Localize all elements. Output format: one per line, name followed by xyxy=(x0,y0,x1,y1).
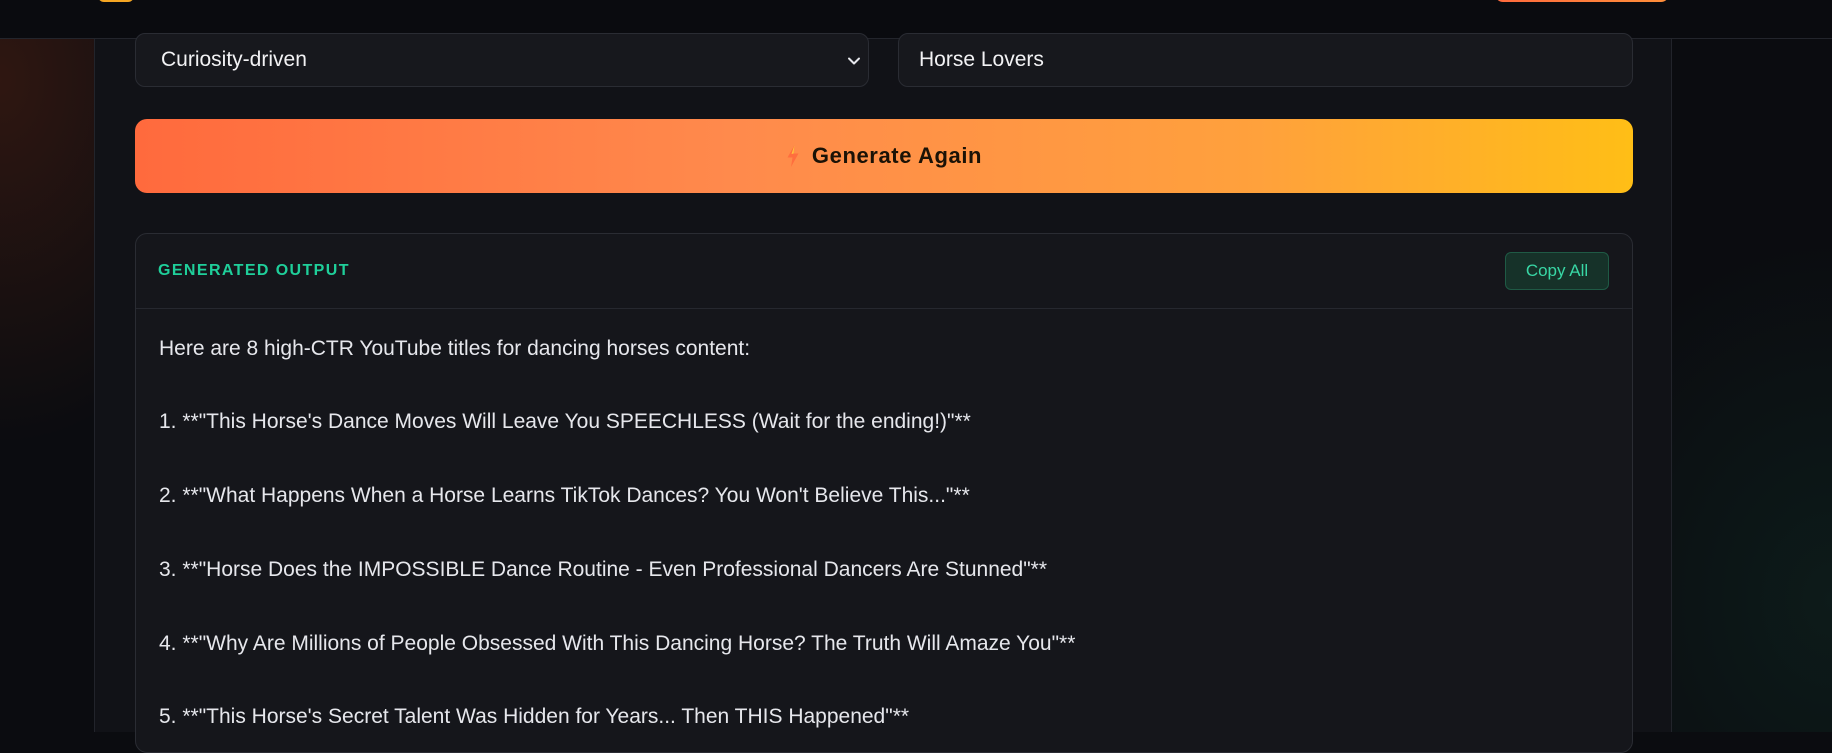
generate-again-button[interactable]: Generate Again xyxy=(135,119,1633,193)
output-header: GENERATED OUTPUT Copy All xyxy=(136,234,1632,309)
list-item: 2. **"What Happens When a Horse Learns T… xyxy=(159,484,970,507)
copy-all-button[interactable]: Copy All xyxy=(1505,252,1609,290)
generated-output-panel: GENERATED OUTPUT Copy All Here are 8 hig… xyxy=(135,233,1633,753)
chevron-down-icon xyxy=(848,57,860,65)
lightning-icon xyxy=(787,145,799,167)
output-intro: Here are 8 high-CTR YouTube titles for d… xyxy=(159,337,751,360)
tone-select[interactable]: Curiosity-driven xyxy=(135,33,869,87)
tone-select-value: Curiosity-driven xyxy=(161,48,307,71)
header-cta-button[interactable] xyxy=(1495,0,1669,2)
list-item: 5. **"This Horse's Secret Talent Was Hid… xyxy=(159,705,910,728)
logo[interactable] xyxy=(98,0,134,2)
audience-input[interactable]: Horse Lovers xyxy=(898,33,1633,87)
audience-input-value: Horse Lovers xyxy=(919,48,1044,71)
generate-again-label: Generate Again xyxy=(811,143,983,168)
list-item: 3. **"Horse Does the IMPOSSIBLE Dance Ro… xyxy=(159,558,1048,581)
output-title: GENERATED OUTPUT xyxy=(158,262,350,279)
main-panel: Curiosity-driven Horse Lovers Generate A… xyxy=(94,33,1672,753)
list-item: 4. **"Why Are Millions of People Obsesse… xyxy=(159,632,1076,655)
list-item: 1. **"This Horse's Dance Moves Will Leav… xyxy=(159,410,971,433)
